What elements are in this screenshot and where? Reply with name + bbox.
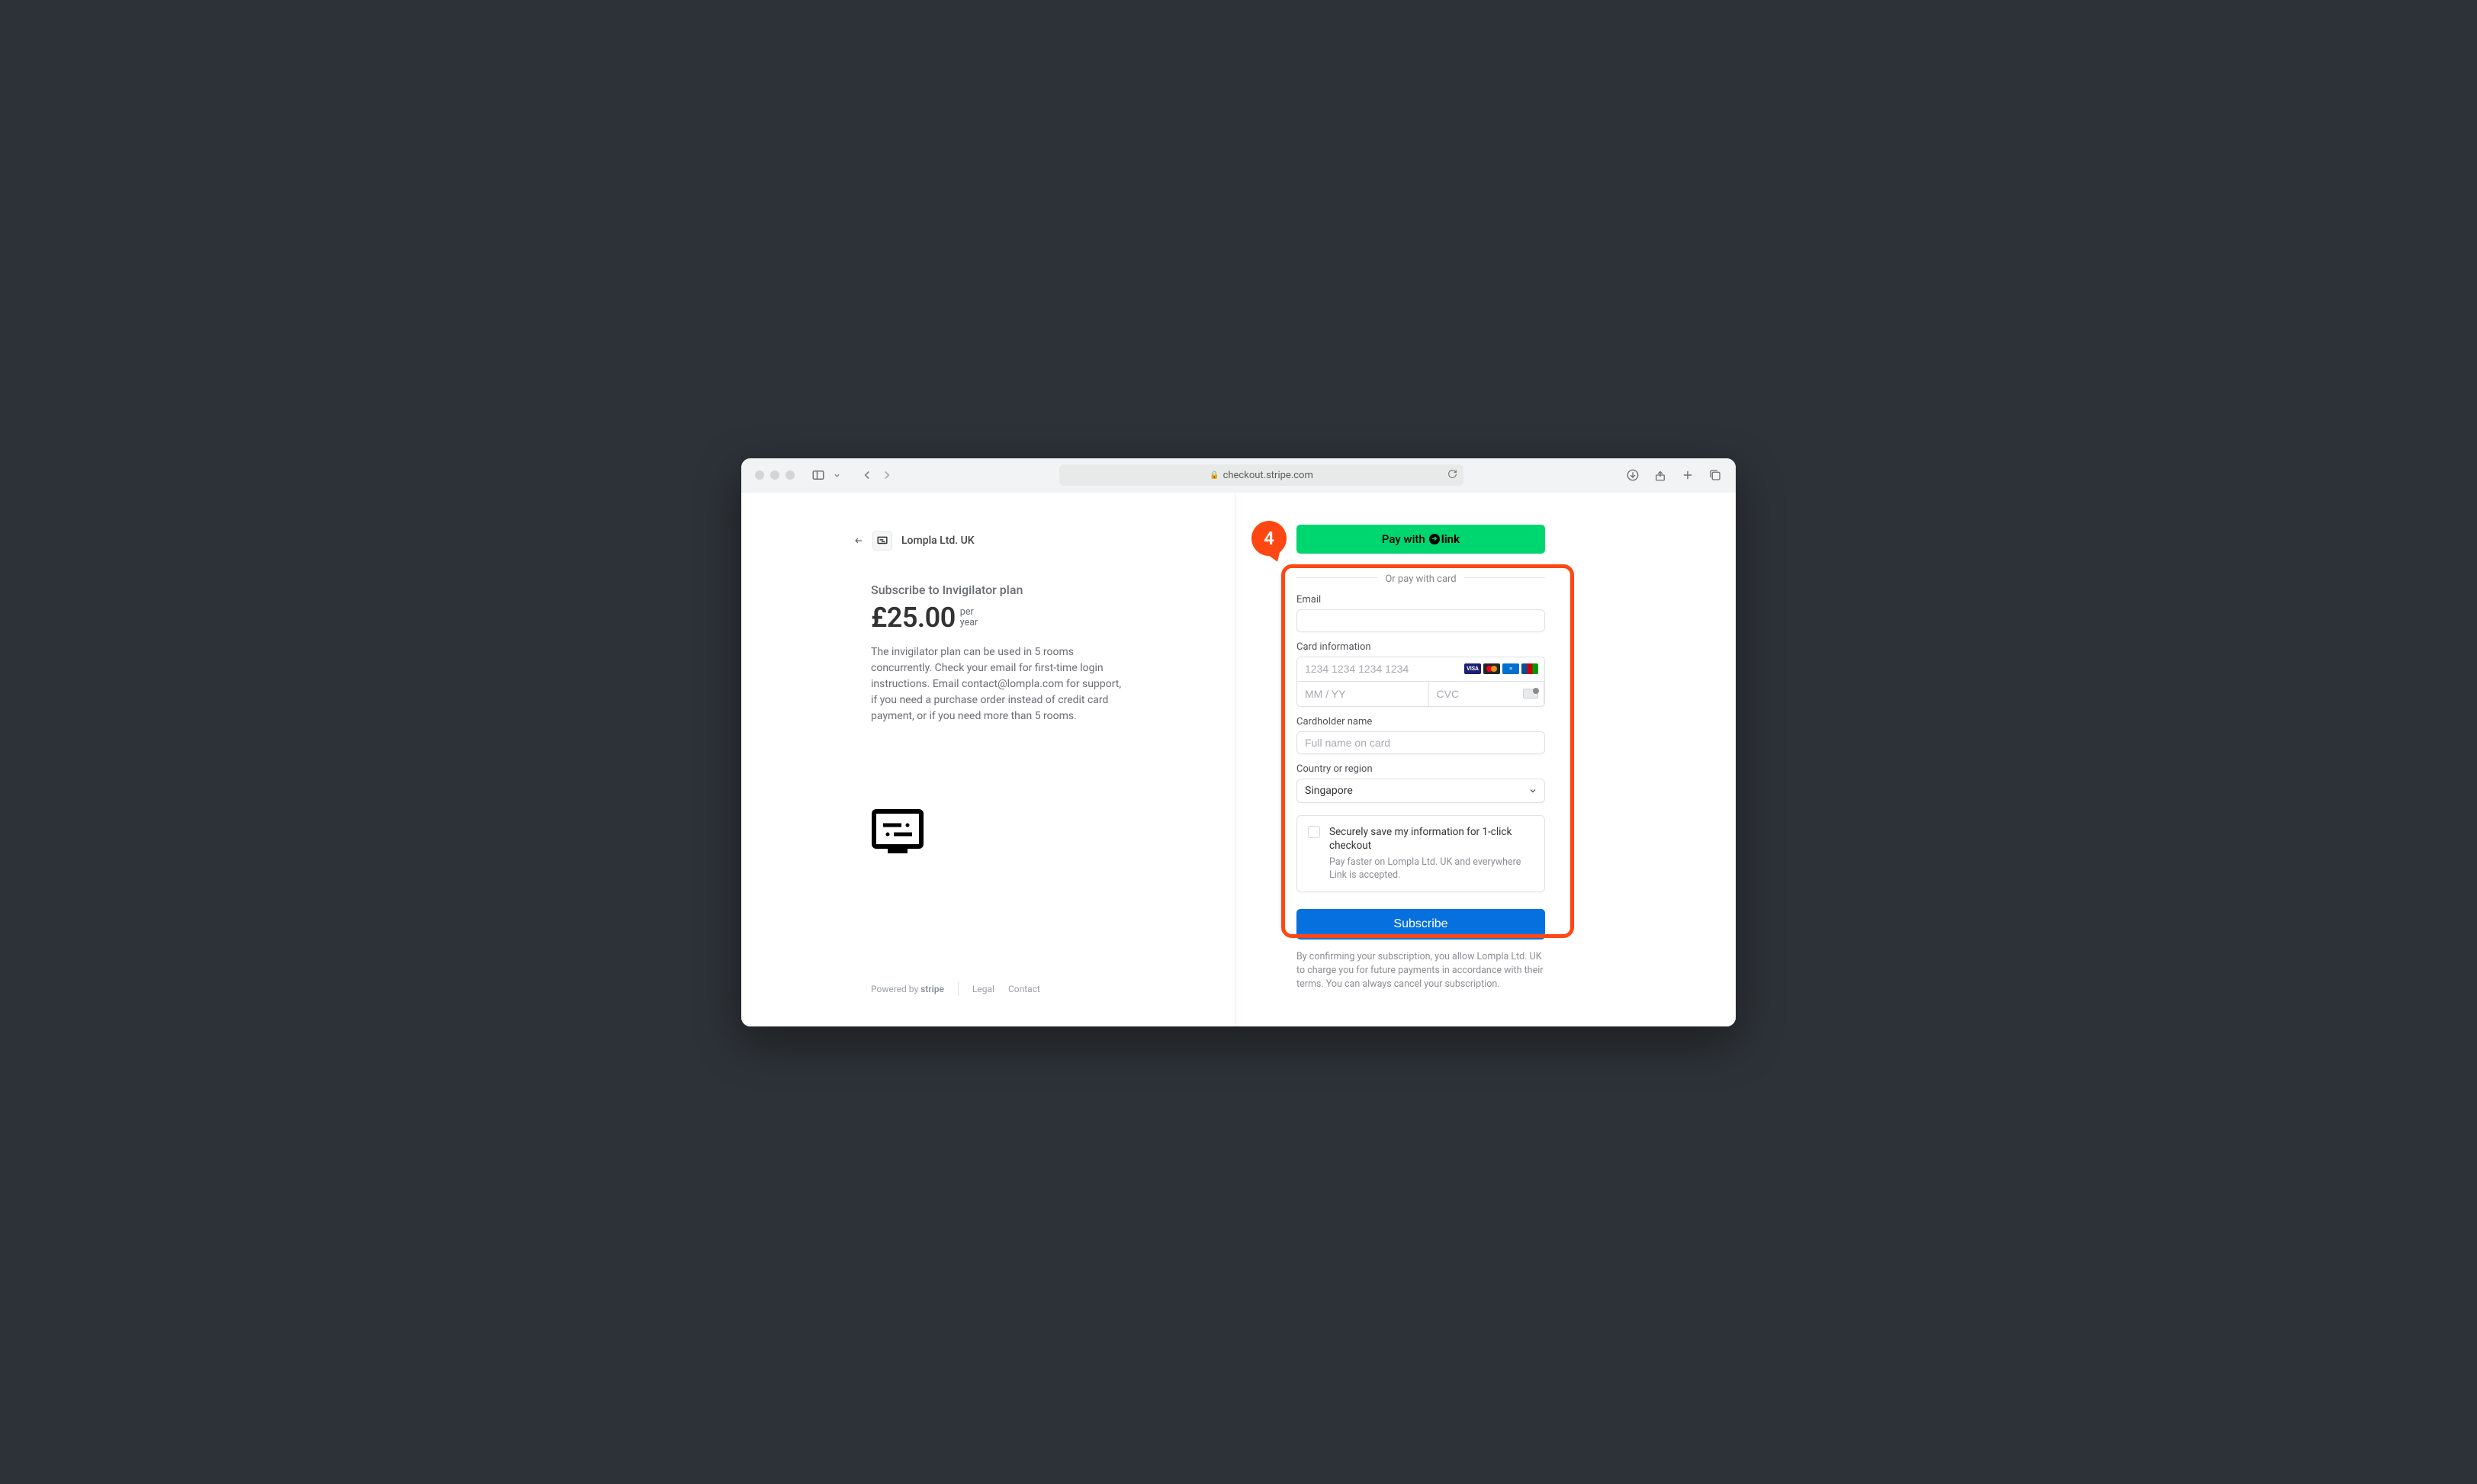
- cvc-hint-icon: [1523, 689, 1538, 699]
- close-window-icon[interactable]: [755, 471, 764, 480]
- separator-icon: [958, 982, 959, 996]
- product-description: The invigilator plan can be used in 5 ro…: [871, 644, 1123, 724]
- subscribe-heading: Subscribe to Invigilator plan: [871, 583, 1189, 597]
- link-logo: ➜ link: [1429, 532, 1460, 546]
- card-brand-icons: VISA ≡: [1464, 663, 1538, 674]
- cardholder-label: Cardholder name: [1296, 716, 1545, 728]
- toolbar-right: [1626, 468, 1722, 482]
- footer: Powered by stripe Legal Contact: [871, 958, 1189, 996]
- back-arrow-icon: [854, 536, 863, 545]
- save-info-title: Securely save my information for 1-click…: [1329, 825, 1534, 853]
- stripe-logo: stripe: [920, 984, 944, 994]
- back-button[interactable]: [857, 466, 877, 484]
- browser-window: 🔒 checkout.stripe.com Lompla Ltd. UK Sub…: [741, 458, 1736, 1026]
- cardholder-name-input[interactable]: [1296, 731, 1545, 754]
- maximize-window-icon[interactable]: [786, 471, 795, 480]
- chevron-down-icon[interactable]: [827, 466, 847, 484]
- browser-toolbar: 🔒 checkout.stripe.com: [741, 458, 1736, 493]
- downloads-icon[interactable]: [1626, 468, 1640, 482]
- product-image-icon: [871, 808, 924, 856]
- save-info-checkbox[interactable]: [1308, 826, 1320, 838]
- subscribe-button[interactable]: Subscribe: [1296, 909, 1545, 940]
- tabs-overview-icon[interactable]: [1708, 468, 1722, 482]
- powered-by: Powered by stripe: [871, 984, 944, 994]
- refresh-icon[interactable]: [1447, 469, 1457, 482]
- annotation-step-badge: 4: [1251, 521, 1287, 556]
- email-input[interactable]: [1296, 609, 1545, 632]
- price-interval: per year: [960, 607, 978, 629]
- footer-legal-link[interactable]: Legal: [972, 984, 994, 994]
- subscription-disclaimer: By confirming your subscription, you all…: [1296, 950, 1545, 991]
- new-tab-icon[interactable]: [1681, 468, 1695, 482]
- link-arrow-icon: ➜: [1429, 534, 1440, 544]
- lock-icon: 🔒: [1210, 471, 1219, 480]
- window-controls: [755, 471, 795, 480]
- page-content: Lompla Ltd. UK Subscribe to Invigilator …: [741, 493, 1736, 1026]
- nav-arrows: [857, 466, 897, 484]
- mastercard-icon: [1483, 663, 1500, 674]
- country-label: Country or region: [1296, 763, 1545, 775]
- product-image-wrap: [871, 724, 1189, 958]
- card-expiry-input[interactable]: [1297, 682, 1429, 706]
- payment-panel: 4 Pay with ➜ link Or pay with card Email…: [1235, 493, 1736, 1026]
- footer-contact-link[interactable]: Contact: [1008, 984, 1040, 994]
- merchant-header[interactable]: Lompla Ltd. UK: [854, 531, 1189, 551]
- sidebar-toggle-icon[interactable]: [808, 466, 828, 484]
- jcb-icon: [1521, 663, 1538, 674]
- price-amount: £25.00: [871, 602, 956, 634]
- pay-with-link-button[interactable]: Pay with ➜ link: [1296, 525, 1545, 554]
- address-bar[interactable]: 🔒 checkout.stripe.com: [1059, 464, 1463, 486]
- visa-icon: VISA: [1464, 663, 1481, 674]
- product-summary-panel: Lompla Ltd. UK Subscribe to Invigilator …: [741, 493, 1235, 1026]
- amex-icon: ≡: [1502, 663, 1519, 674]
- payment-divider: Or pay with card: [1296, 570, 1545, 585]
- price-row: £25.00 per year: [871, 602, 1189, 634]
- share-icon[interactable]: [1653, 468, 1667, 482]
- forward-button[interactable]: [877, 466, 897, 484]
- minimize-window-icon[interactable]: [770, 471, 779, 480]
- divider-text: Or pay with card: [1377, 573, 1463, 585]
- card-group: VISA ≡: [1296, 657, 1545, 707]
- save-info-box: Securely save my information for 1-click…: [1296, 815, 1545, 892]
- card-form: Email Card information VISA ≡: [1296, 594, 1545, 940]
- country-select[interactable]: Singapore: [1296, 779, 1545, 803]
- save-info-subtitle: Pay faster on Lompla Ltd. UK and everywh…: [1329, 856, 1534, 882]
- email-label: Email: [1296, 594, 1545, 605]
- merchant-name: Lompla Ltd. UK: [901, 535, 975, 547]
- merchant-logo: [872, 531, 892, 551]
- url-text: checkout.stripe.com: [1223, 470, 1313, 481]
- card-info-label: Card information: [1296, 641, 1545, 653]
